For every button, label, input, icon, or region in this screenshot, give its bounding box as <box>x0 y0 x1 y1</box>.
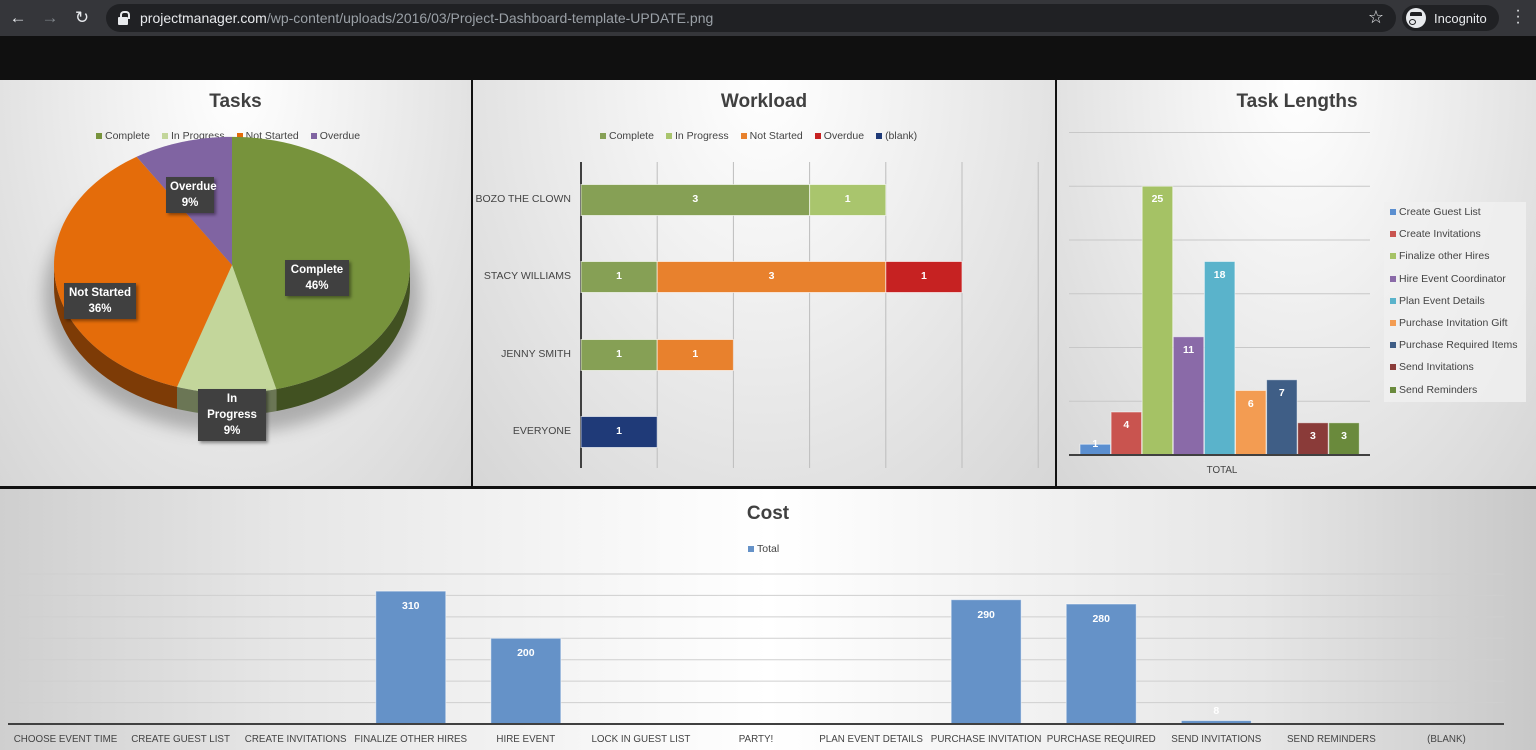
cost-category-label: HIRE EVENT <box>496 734 556 745</box>
cost-category-label: CHOOSE EVENT TIME <box>13 734 118 745</box>
pie-label-not-started: Not Started 36% <box>64 283 136 319</box>
task-lengths-bar <box>1141 185 1174 456</box>
task-lengths-bar-value: 25 <box>1151 193 1164 206</box>
legend-item: Send Reminders <box>1390 384 1477 396</box>
cost-category-label: SEND INVITATIONS <box>1171 734 1262 745</box>
incognito-badge[interactable]: Incognito <box>1402 5 1499 31</box>
incognito-icon <box>1406 8 1426 28</box>
cost-chart-panel: Cost Total CHOOSE EVENT TIME CREATE GUEST… <box>0 489 1536 750</box>
cost-bar-value: 290 <box>977 608 995 621</box>
browser-toolbar: ← → ↻ projectmanager.com/wp-content/uplo… <box>0 0 1536 36</box>
cost-category-label: CREATE INVITATIONS <box>244 734 347 745</box>
workload-category-label: STACY WILLIAMS <box>483 270 571 282</box>
url-text[interactable]: projectmanager.com/wp-content/uploads/20… <box>140 10 713 26</box>
reload-icon: ↻ <box>74 8 90 27</box>
legend-swatch <box>1390 209 1396 215</box>
workload-category-label: BOZO THE CLOWN <box>475 193 571 205</box>
cost-category-label: LOCK IN GUEST LIST <box>591 734 691 745</box>
legend-swatch <box>1390 342 1396 349</box>
task-lengths-bar-value: 18 <box>1213 268 1226 281</box>
legend-item: Purchase Required Items <box>1390 339 1517 351</box>
task-lengths-bar-value: 1 <box>1092 438 1099 451</box>
task-lengths-bar-value: 3 <box>1341 429 1347 442</box>
legend-swatch <box>1390 364 1396 371</box>
task-lengths-bar <box>1203 261 1236 456</box>
workload-bar-value: 1 <box>692 348 699 360</box>
cost-category-label: PURCHASE INVITATION <box>930 734 1042 745</box>
workload-bar-value: 1 <box>844 193 851 205</box>
cost-category-label: SEND REMINDERS <box>1287 734 1376 745</box>
legend-swatch <box>1390 320 1396 326</box>
legend-item: Purchase Invitation Gift <box>1390 317 1508 329</box>
workload-bar-value: 1 <box>616 348 623 360</box>
tasks-chart-panel: Tasks Complete In Progress Not Started O… <box>0 80 471 486</box>
cost-bar-value: 200 <box>517 647 535 660</box>
legend-swatch <box>1390 253 1396 260</box>
arrow-left-icon: ← <box>9 8 27 27</box>
workload-bar-value: 1 <box>616 270 623 282</box>
address-bar[interactable]: projectmanager.com/wp-content/uploads/20… <box>106 4 1396 32</box>
cost-category-label: FINALIZE OTHER HIRES <box>354 734 468 745</box>
cost-bar-value: 280 <box>1092 612 1110 625</box>
cost-bar-value: 8 <box>1213 704 1220 717</box>
legend-item: Create Guest List <box>1390 206 1481 218</box>
legend-item: Send Invitations <box>1390 361 1474 373</box>
lock-icon <box>118 11 130 25</box>
legend-item: Hire Event Coordinator <box>1390 273 1506 285</box>
forward-button[interactable]: → <box>36 4 64 32</box>
workload-category-label: EVERYONE <box>512 425 571 437</box>
task-lengths-bar-value: 7 <box>1278 386 1285 399</box>
pie-label-in-progress: In Progress 9% <box>198 389 266 441</box>
legend-item: Create Invitations <box>1390 228 1481 240</box>
arrow-right-icon: → <box>41 8 59 27</box>
incognito-label: Incognito <box>1434 10 1487 26</box>
legend-item: Finalize other Hires <box>1390 250 1489 262</box>
task-lengths-bar-value: 11 <box>1182 343 1195 356</box>
cost-bar-value: 310 <box>402 600 420 613</box>
star-icon[interactable]: ☆ <box>1368 7 1384 28</box>
workload-bar-value: 1 <box>616 425 623 437</box>
task-lengths-bar-value: 4 <box>1123 419 1130 431</box>
workload-category-label: JENNY SMITH <box>501 348 571 360</box>
workload-chart-panel: Workload Complete In Progress Not Starte… <box>473 80 1055 486</box>
cost-category-label: PARTY! <box>738 734 774 745</box>
cost-category-label: PURCHASE REQUIRED <box>1046 734 1156 745</box>
legend-swatch <box>1390 297 1396 304</box>
pie-label-complete: Complete 46% <box>285 260 349 296</box>
cost-bars <box>8 573 1504 725</box>
workload-bar-value: 3 <box>768 270 775 282</box>
legend-swatch <box>1390 231 1396 238</box>
url-path: /wp-content/uploads/2016/03/Project-Dash… <box>266 10 714 26</box>
kebab-menu-icon[interactable]: · · · <box>1515 3 1521 31</box>
reload-button[interactable]: ↻ <box>68 4 96 32</box>
task-lengths-category-label: TOTAL <box>1206 465 1238 476</box>
workload-bar-value: 1 <box>920 270 927 282</box>
page-top-band <box>0 36 1536 80</box>
workload-bar-value: 3 <box>692 193 699 205</box>
legend-swatch <box>1390 275 1396 282</box>
cost-category-label: CREATE GUEST LIST <box>131 734 230 745</box>
legend-item: Plan Event Details <box>1390 295 1485 307</box>
cost-category-label: (BLANK) <box>1427 734 1466 745</box>
pie-label-overdue: Overdue 9% <box>166 177 217 213</box>
task-lengths-legend: Create Guest List Create Invitations Final… <box>1384 202 1526 402</box>
url-host: projectmanager.com <box>140 10 267 26</box>
task-lengths-bar-value: 6 <box>1247 397 1254 410</box>
legend-swatch <box>1390 386 1396 393</box>
cost-category-label: PLAN EVENT DETAILS <box>819 734 923 745</box>
task-lengths-bar-value: 3 <box>1310 429 1316 442</box>
back-button[interactable]: ← <box>4 4 32 32</box>
